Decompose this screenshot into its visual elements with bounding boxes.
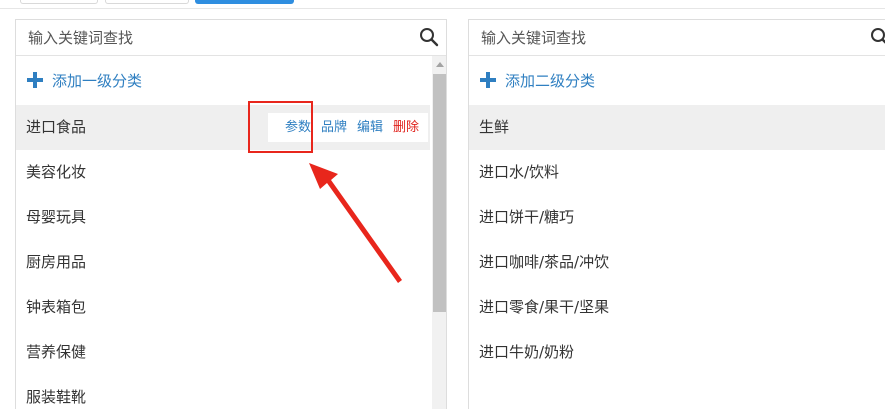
- add-first-level-label: 添加一级分类: [52, 71, 143, 90]
- search-icon[interactable]: [419, 27, 439, 47]
- subcategory-item[interactable]: 进口饼干/糖巧: [469, 195, 885, 240]
- subcategory-item-label: 进口牛奶/奶粉: [479, 343, 575, 361]
- subcategory-item[interactable]: 进口零食/果干/坚果: [469, 285, 885, 330]
- params-link[interactable]: 参数: [285, 113, 311, 142]
- subcategory-item[interactable]: 进口水/饮料: [469, 150, 885, 195]
- top-tab-2[interactable]: [105, 0, 189, 4]
- first-level-category-panel: 添加一级分类 进口食品 参数 品牌 编辑 删除 美容化妆 母婴玩具 厨房用品 钟…: [15, 19, 447, 409]
- top-tab-1[interactable]: [20, 0, 98, 4]
- scrollbar-thumb[interactable]: [433, 74, 446, 312]
- category-item-label: 进口食品: [26, 118, 87, 136]
- category-item-label: 厨房用品: [26, 253, 87, 271]
- subcategory-item-label: 进口水/饮料: [479, 163, 560, 181]
- subcategory-item-fresh[interactable]: 生鲜: [469, 105, 885, 150]
- search-icon[interactable]: [870, 27, 885, 47]
- category-item-imported-food[interactable]: 进口食品 参数 品牌 编辑 删除: [16, 105, 430, 150]
- category-item-label: 钟表箱包: [26, 298, 87, 316]
- category-actions: 参数 品牌 编辑 删除: [267, 113, 428, 142]
- subcategory-item-label: 生鲜: [479, 118, 510, 136]
- category-item[interactable]: 营养保健: [16, 330, 430, 375]
- category-item[interactable]: 厨房用品: [16, 240, 430, 285]
- add-second-level-category-button[interactable]: 添加二级分类: [479, 68, 595, 92]
- category-item[interactable]: 母婴玩具: [16, 195, 430, 240]
- category-item[interactable]: 服装鞋靴: [16, 375, 430, 409]
- plus-icon: [480, 72, 496, 88]
- subcategory-item-label: 进口零食/果干/坚果: [479, 298, 610, 316]
- first-level-search-box: [16, 20, 446, 56]
- top-divider: [0, 8, 885, 9]
- subcategory-item-label: 进口咖啡/茶品/冲饮: [479, 253, 610, 271]
- top-tab-active[interactable]: [195, 0, 294, 4]
- category-item-label: 服装鞋靴: [26, 388, 87, 406]
- plus-icon: [27, 72, 43, 88]
- subcategory-item-label: 进口饼干/糖巧: [479, 208, 575, 226]
- category-item-label: 母婴玩具: [26, 208, 87, 226]
- add-second-level-label: 添加二级分类: [505, 71, 596, 90]
- first-level-category-list: 进口食品 参数 品牌 编辑 删除 美容化妆 母婴玩具 厨房用品 钟表箱包 营养保…: [16, 105, 430, 409]
- delete-link[interactable]: 删除: [393, 113, 419, 142]
- scroll-up-arrow-icon[interactable]: [436, 62, 444, 67]
- brand-link[interactable]: 品牌: [321, 113, 347, 142]
- subcategory-item[interactable]: 进口牛奶/奶粉: [469, 330, 885, 375]
- subcategory-item[interactable]: 进口咖啡/茶品/冲饮: [469, 240, 885, 285]
- second-level-category-list: 生鲜 进口水/饮料 进口饼干/糖巧 进口咖啡/茶品/冲饮 进口零食/果干/坚果 …: [469, 105, 885, 375]
- second-level-category-panel: 添加二级分类 生鲜 进口水/饮料 进口饼干/糖巧 进口咖啡/茶品/冲饮 进口零食…: [468, 19, 885, 409]
- second-level-search-box: [469, 20, 885, 56]
- category-item-label: 美容化妆: [26, 163, 87, 181]
- add-first-level-category-button[interactable]: 添加一级分类: [26, 68, 142, 92]
- edit-link[interactable]: 编辑: [357, 113, 383, 142]
- category-item[interactable]: 钟表箱包: [16, 285, 430, 330]
- first-level-search-input[interactable]: [16, 20, 446, 55]
- category-item-label: 营养保健: [26, 343, 87, 361]
- second-level-search-input[interactable]: [469, 20, 885, 55]
- vertical-scrollbar[interactable]: [432, 56, 446, 409]
- category-item[interactable]: 美容化妆: [16, 150, 430, 195]
